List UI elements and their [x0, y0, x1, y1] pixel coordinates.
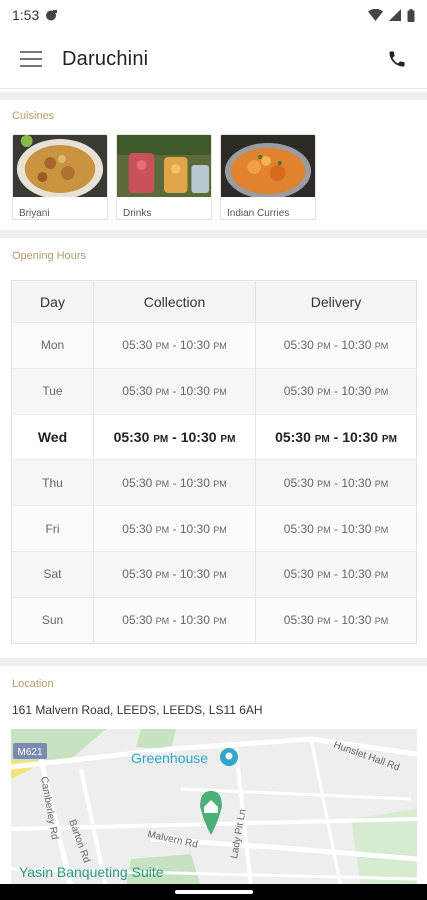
hours-row: Wed 05:30 PM - 10:30 PM 05:30 PM - 10:30 P…: [11, 413, 417, 460]
drinks-image: [117, 135, 211, 197]
hours-collection: 05:30 PM - 10:30 PM: [93, 459, 256, 506]
hours-day: Fri: [11, 505, 94, 552]
table-header: Day Collection Delivery: [11, 280, 417, 323]
map-label-yasin: Yasin Banqueting Suite: [19, 864, 164, 880]
section-divider: [0, 230, 427, 238]
cuisine-label: Drinks: [123, 208, 152, 219]
hours-day: Sat: [11, 550, 94, 598]
hours-delivery: 05:30 PM - 10:30 PM: [255, 550, 417, 598]
hours-day: Thu: [11, 459, 94, 506]
hours-row: Fri 05:30 PM - 10:30 PM 05:30 PM - 10:30 P…: [11, 505, 417, 552]
cuisine-label: Briyani: [19, 208, 50, 219]
menu-icon[interactable]: [20, 51, 42, 67]
column-header-delivery: Delivery: [255, 280, 417, 323]
hours-delivery: 05:30 PM - 10:30 PM: [255, 367, 417, 415]
hours-row: Thu 05:30 PM - 10:30 PM 05:30 PM - 10:30 P…: [11, 459, 417, 506]
map-label-m621: M621: [17, 747, 42, 758]
hours-day: Tue: [11, 367, 94, 415]
map-label-greenhouse: Greenhouse: [131, 750, 208, 766]
opening-hours-table: Day Collection Delivery Mon 05:30 PM - 10…: [11, 280, 417, 644]
phone-icon[interactable]: [387, 49, 407, 69]
hours-delivery: 05:30 PM - 10:30 PM: [255, 459, 417, 506]
hours-collection: 05:30 PM - 10:30 PM: [93, 550, 256, 598]
hours-delivery: 05:30 PM - 10:30 PM: [255, 322, 417, 369]
hours-day: Mon: [11, 322, 94, 369]
notification-icon: [46, 9, 58, 20]
column-header-day: Day: [11, 280, 94, 323]
hours-day: Wed: [11, 413, 94, 460]
status-time: 1:53: [12, 7, 40, 23]
section-divider: [0, 658, 427, 666]
hours-day: Sun: [11, 596, 94, 644]
hours-collection: 05:30 PM - 10:30 PM: [93, 413, 256, 460]
signal-icon: [389, 9, 401, 21]
cuisines-list: Briyani Drinks Indian Curries: [12, 134, 316, 220]
hours-collection: 05:30 PM - 10:30 PM: [93, 596, 256, 644]
hours-row: Sun 05:30 PM - 10:30 PM 05:30 PM - 10:30 P…: [11, 596, 417, 644]
cuisine-card-briyani[interactable]: Briyani: [12, 134, 108, 220]
hours-delivery: 05:30 PM - 10:30 PM: [255, 596, 417, 644]
section-divider: [0, 92, 427, 100]
wifi-icon: [368, 9, 383, 21]
battery-icon: [407, 8, 415, 22]
briyani-image: [13, 135, 107, 199]
hours-row: Mon 05:30 PM - 10:30 PM 05:30 PM - 10:30 P…: [11, 322, 417, 369]
cuisine-card-drinks[interactable]: Drinks: [116, 134, 212, 220]
location-title: Location: [12, 678, 54, 690]
hours-row: Sat 05:30 PM - 10:30 PM 05:30 PM - 10:30 P…: [11, 550, 417, 598]
cuisines-title: Cuisines: [12, 110, 55, 122]
hours-row: Tue 05:30 PM - 10:30 PM 05:30 PM - 10:30 P…: [11, 367, 417, 415]
hours-collection: 05:30 PM - 10:30 PM: [93, 322, 256, 369]
home-gesture-handle[interactable]: [175, 890, 253, 894]
indian-curries-image: [221, 135, 315, 199]
hours-collection: 05:30 PM - 10:30 PM: [93, 505, 256, 552]
app-bar: Daruchini: [0, 30, 427, 88]
cuisine-label: Indian Curries: [227, 208, 290, 219]
page-title: Daruchini: [62, 47, 149, 70]
location-map[interactable]: M621 Greenhouse Hunslet Hall Rd Camberle…: [11, 729, 417, 887]
hours-delivery: 05:30 PM - 10:30 PM: [255, 505, 417, 552]
cuisine-card-indian-curries[interactable]: Indian Curries: [220, 134, 316, 220]
address-text: 161 Malvern Road, LEEDS, LEEDS, LS11 6AH: [12, 703, 263, 717]
hours-delivery: 05:30 PM - 10:30 PM: [255, 413, 417, 460]
hours-collection: 05:30 PM - 10:30 PM: [93, 367, 256, 415]
opening-hours-title: Opening Hours: [12, 250, 86, 262]
column-header-collection: Collection: [93, 280, 256, 323]
status-bar: 1:53: [0, 0, 427, 30]
